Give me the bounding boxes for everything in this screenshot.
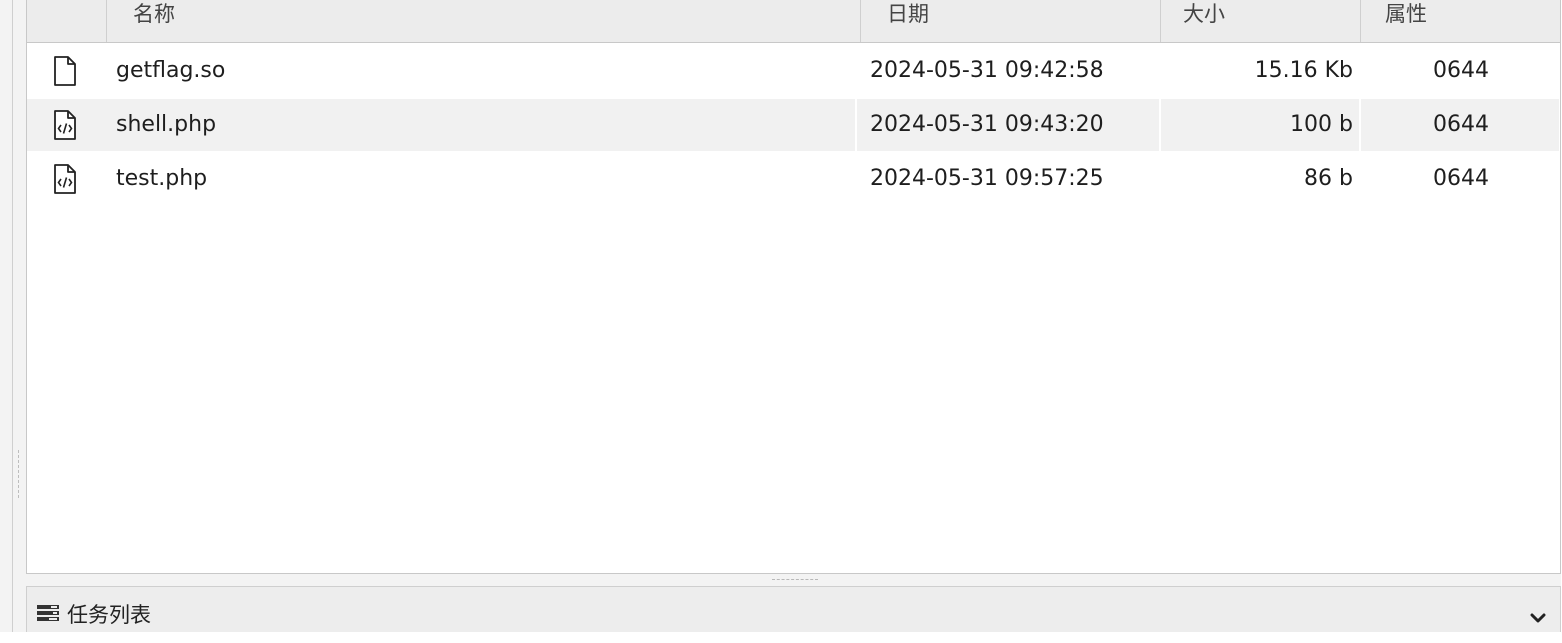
file-attributes: 0644 bbox=[1433, 166, 1489, 191]
column-header-date[interactable]: 日期 bbox=[861, 0, 1161, 42]
column-header-name[interactable]: 名称 bbox=[107, 0, 861, 42]
file-date: 2024-05-31 09:57:25 bbox=[870, 166, 1104, 191]
file-date: 2024-05-31 09:42:58 bbox=[870, 58, 1104, 83]
column-header-date-label: 日期 bbox=[887, 2, 929, 26]
code-file-icon bbox=[49, 163, 83, 195]
table-row[interactable]: shell.php 2024-05-31 09:43:20 100 b 0644 bbox=[27, 99, 1559, 151]
file-icon bbox=[49, 55, 83, 87]
file-size: 86 b bbox=[1304, 166, 1353, 191]
panel-divider bbox=[12, 0, 13, 632]
file-attributes: 0644 bbox=[1433, 112, 1489, 137]
file-size: 100 b bbox=[1290, 112, 1353, 137]
table-row[interactable]: getflag.so 2024-05-31 09:42:58 15.16 Kb … bbox=[27, 45, 1559, 97]
table-row[interactable]: test.php 2024-05-31 09:57:25 86 b 0644 bbox=[27, 153, 1559, 205]
file-list-panel: 名称 日期 大小 属性 getflag.so 2024-05-31 09:42:… bbox=[26, 0, 1561, 574]
column-header-icon[interactable] bbox=[27, 0, 107, 42]
file-name: test.php bbox=[116, 166, 208, 191]
table-header: 名称 日期 大小 属性 bbox=[27, 0, 1560, 43]
left-gutter bbox=[0, 0, 26, 632]
resize-grip-horizontal[interactable] bbox=[772, 579, 818, 580]
task-list-bar[interactable]: 任务列表 bbox=[26, 586, 1561, 632]
column-header-attributes[interactable]: 属性 bbox=[1361, 0, 1561, 42]
file-size: 15.16 Kb bbox=[1254, 58, 1353, 83]
file-attributes: 0644 bbox=[1433, 58, 1489, 83]
file-name: shell.php bbox=[116, 112, 217, 137]
code-file-icon bbox=[49, 109, 83, 141]
task-list-icon bbox=[37, 605, 59, 621]
column-header-name-label: 名称 bbox=[133, 2, 175, 26]
file-date: 2024-05-31 09:43:20 bbox=[870, 112, 1104, 137]
column-header-size-label: 大小 bbox=[1183, 2, 1225, 26]
file-name: getflag.so bbox=[116, 58, 226, 83]
column-separator bbox=[855, 99, 857, 151]
panel-splitter[interactable] bbox=[26, 574, 1561, 586]
chevron-down-icon[interactable] bbox=[1530, 609, 1546, 623]
resize-grip-vertical[interactable] bbox=[18, 450, 19, 498]
column-header-size[interactable]: 大小 bbox=[1161, 0, 1361, 42]
column-header-attributes-label: 属性 bbox=[1385, 2, 1427, 26]
task-list-label: 任务列表 bbox=[67, 603, 151, 627]
